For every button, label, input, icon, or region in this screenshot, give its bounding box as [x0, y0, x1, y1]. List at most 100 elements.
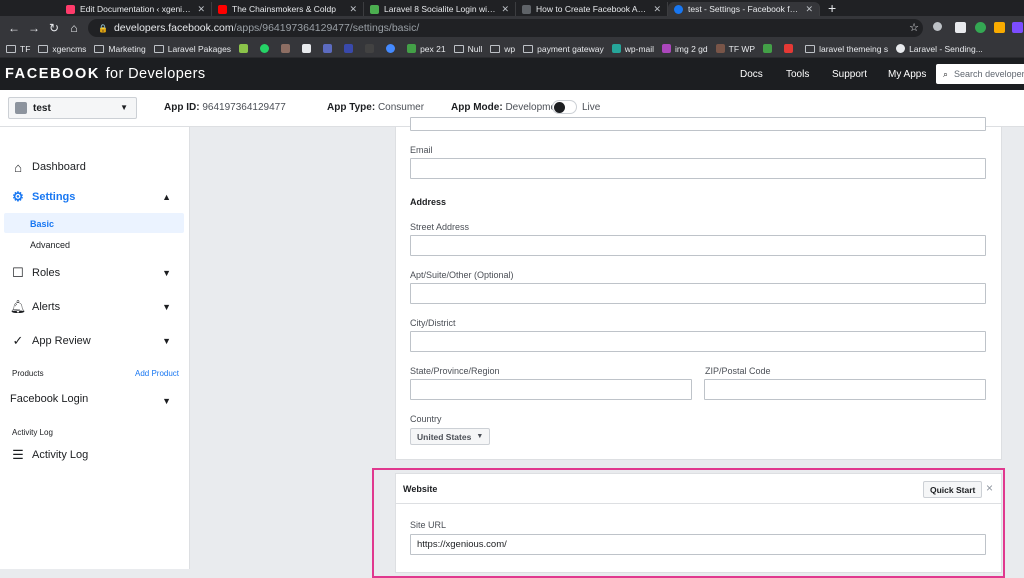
bookmark-folder[interactable]: Marketing [94, 44, 146, 54]
bookmark-label: wp-mail [624, 43, 655, 54]
folder-icon [523, 44, 534, 53]
app-mode-label: App Mode: [451, 102, 503, 113]
reload-icon[interactable]: ↻ [44, 21, 64, 35]
bookmark-label: pex 21 [420, 43, 446, 54]
browser-tab[interactable]: The Chainsmokers & Coldp ✕ [212, 2, 364, 16]
sidebar-item-settings[interactable]: ⚙ Settings [10, 189, 75, 205]
site-url-field[interactable]: https://xgenious.com/ [410, 534, 986, 555]
chevron-down-icon[interactable]: ▼ [162, 396, 171, 406]
bookmark-folder[interactable]: TF [6, 44, 30, 54]
extension-icon[interactable] [933, 22, 942, 31]
bookmark-icon-only[interactable] [281, 44, 294, 53]
search-input[interactable]: ⌕ Search developer [936, 64, 1024, 84]
chevron-up-icon[interactable]: ▲ [162, 192, 171, 202]
back-icon[interactable]: ← [4, 21, 24, 35]
bookmark-folder[interactable]: Null [453, 44, 482, 54]
extension-icon[interactable] [1012, 22, 1023, 33]
bookmark-folder[interactable]: laravel themeing s [805, 44, 888, 54]
sidebar-subitem-advanced[interactable]: Advanced [30, 240, 70, 250]
sidebar-item-facebook-login[interactable]: Facebook Login [10, 393, 88, 405]
caret-down-icon: ▼ [476, 433, 484, 440]
close-tab-icon[interactable]: ✕ [501, 4, 509, 15]
close-icon[interactable]: × [986, 481, 993, 495]
apt-field[interactable] [410, 283, 986, 304]
bookmark-icon-only[interactable] [302, 44, 315, 53]
nav-tools[interactable]: Tools [786, 69, 809, 80]
sidebar-item-app-review[interactable]: ✓ App Review [10, 333, 91, 349]
bookmark[interactable]: pex 21 [407, 44, 446, 54]
bookmark-icon-only[interactable] [763, 44, 776, 53]
street-address-label: Street Address [410, 222, 470, 232]
sidebar-item-roles[interactable]: ☐ Roles [10, 265, 60, 281]
browser-tab[interactable]: How to Create Facebook APP f ✕ [516, 2, 668, 16]
bookmark-favicon-icon [302, 44, 312, 53]
bookmark-icon-only[interactable] [784, 44, 797, 53]
nav-my-apps[interactable]: My Apps [888, 69, 926, 80]
roles-icon: ☐ [12, 265, 24, 280]
close-tab-icon[interactable]: ✕ [197, 4, 205, 15]
lock-icon: 🔒 [98, 23, 108, 33]
nav-docs[interactable]: Docs [740, 69, 763, 80]
browser-tab[interactable]: Laravel 8 Socialite Login with F ✕ [364, 2, 516, 16]
street-address-field[interactable] [410, 235, 986, 256]
chevron-down-icon[interactable]: ▼ [162, 336, 171, 346]
bookmark[interactable]: wp-mail [611, 43, 655, 54]
toggle-knob [554, 102, 565, 113]
state-field[interactable] [410, 379, 692, 400]
bookmark-folder[interactable]: xgencms [38, 44, 86, 54]
previous-field-input[interactable] [410, 117, 986, 131]
bookmark-icon-only[interactable] [344, 44, 357, 53]
sidebar-item-dashboard[interactable]: ⌂ Dashboard [10, 159, 86, 175]
folder-icon [94, 44, 105, 53]
browser-tab[interactable]: Edit Documentation ‹ xgenious ✕ [60, 2, 212, 16]
city-field[interactable] [410, 331, 986, 352]
extension-icon[interactable] [994, 22, 1005, 33]
chevron-down-icon[interactable]: ▼ [162, 268, 171, 278]
sidebar-item-alerts[interactable]: 🔔︎ Alerts [10, 299, 60, 315]
contact-address-card: Email Address Street Address Apt/Suite/O… [395, 117, 1002, 460]
browser-toolbar: ← → ↻ ⌂ 🔒 developers.facebook.com/apps/9… [0, 16, 1024, 40]
close-tab-icon[interactable]: ✕ [805, 4, 813, 15]
bookmark-label: Laravel Pakages [167, 43, 232, 54]
address-bar[interactable]: 🔒 developers.facebook.com/apps/964197364… [88, 19, 923, 37]
bookmark-icon-only[interactable] [260, 44, 273, 53]
bookmark[interactable]: img 2 gd [662, 44, 708, 54]
bookmark-folder[interactable]: Laravel Pakages [153, 43, 232, 54]
home-icon[interactable]: ⌂ [64, 21, 84, 35]
chevron-down-icon[interactable]: ▼ [162, 302, 171, 312]
quick-start-button[interactable]: Quick Start [923, 481, 983, 498]
new-tab-icon[interactable]: + [820, 1, 844, 16]
app-mode-toggle[interactable] [552, 100, 577, 114]
bookmark-favicon-icon [715, 44, 725, 53]
extension-icon[interactable] [975, 22, 986, 33]
bookmark-icon-only[interactable] [386, 44, 399, 53]
bookmark-label: payment gateway [537, 43, 604, 54]
bookmark-icon-only[interactable] [365, 44, 378, 53]
fb-developers-logo[interactable]: FACEBOOK for Developers [5, 66, 206, 82]
sidebar-item-activity-log[interactable]: ☰ Activity Log [10, 447, 88, 463]
zip-field[interactable] [704, 379, 986, 400]
forward-icon[interactable]: → [24, 21, 44, 35]
close-tab-icon[interactable]: ✕ [349, 4, 357, 15]
site-url-label: Site URL [410, 520, 447, 530]
app-selector-dropdown[interactable]: test ▼ [8, 97, 137, 119]
sidebar-subitem-basic[interactable]: Basic [30, 219, 54, 229]
bookmark-folder[interactable]: payment gateway [523, 44, 604, 54]
youtube-icon [218, 4, 227, 14]
add-product-link[interactable]: Add Product [135, 369, 179, 378]
sidebar-item-label: Dashboard [32, 161, 86, 173]
bookmark-icon-only[interactable] [323, 44, 336, 53]
email-field[interactable] [410, 158, 986, 179]
bookmark-icon-only[interactable] [239, 44, 252, 53]
tab-title: How to Create Facebook APP f [536, 4, 650, 14]
close-tab-icon[interactable]: ✕ [653, 4, 661, 15]
browser-tab-active[interactable]: test - Settings - Facebook for D ✕ [668, 2, 820, 16]
nav-support[interactable]: Support [832, 69, 867, 80]
extension-icon[interactable] [955, 22, 966, 33]
folder-icon [38, 44, 49, 53]
bookmark-star-icon[interactable]: ☆ [909, 21, 919, 34]
bookmark[interactable]: TF WP [715, 44, 755, 54]
bookmark[interactable]: Laravel - Sending... [896, 44, 983, 54]
country-select[interactable]: United States ▼ [410, 428, 491, 445]
bookmark-folder[interactable]: wp [490, 44, 515, 54]
